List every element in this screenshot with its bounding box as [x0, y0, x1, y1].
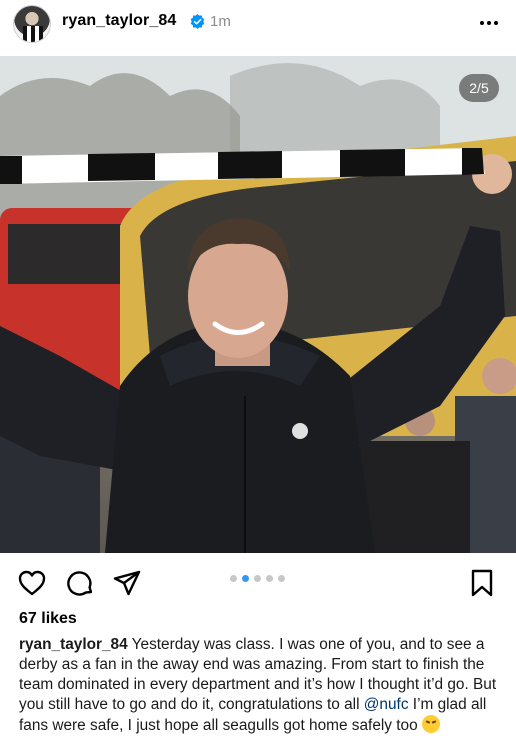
rolling-on-floor-laughing-emoji: [421, 715, 440, 733]
comment-icon[interactable]: [65, 568, 95, 598]
carousel-counter: 2/5: [459, 74, 499, 102]
caption: ryan_taylor_84 Yesterday was class. I wa…: [19, 635, 503, 736]
photo-illustration: [0, 56, 516, 553]
share-icon[interactable]: [112, 568, 142, 598]
carousel-dot: [266, 575, 273, 582]
carousel-dot-active: [242, 575, 249, 582]
like-count[interactable]: 67 likes: [19, 610, 77, 628]
post-image[interactable]: 2/5: [0, 56, 516, 553]
avatar[interactable]: [13, 5, 51, 43]
post-time: 1m: [210, 13, 231, 30]
heart-icon[interactable]: [17, 568, 47, 598]
carousel-dot: [254, 575, 261, 582]
carousel-indicator: [228, 575, 288, 585]
save-icon[interactable]: [467, 568, 497, 598]
carousel-dot: [230, 575, 237, 582]
post-header: ryan_taylor_84 1m: [0, 0, 516, 50]
username[interactable]: ryan_taylor_84: [62, 12, 176, 30]
verified-icon: [190, 14, 205, 29]
caption-username[interactable]: ryan_taylor_84: [19, 636, 128, 653]
more-icon[interactable]: [478, 14, 500, 32]
carousel-dot: [278, 575, 285, 582]
mention-link[interactable]: @nufc: [364, 696, 409, 713]
action-bar: [0, 560, 516, 606]
